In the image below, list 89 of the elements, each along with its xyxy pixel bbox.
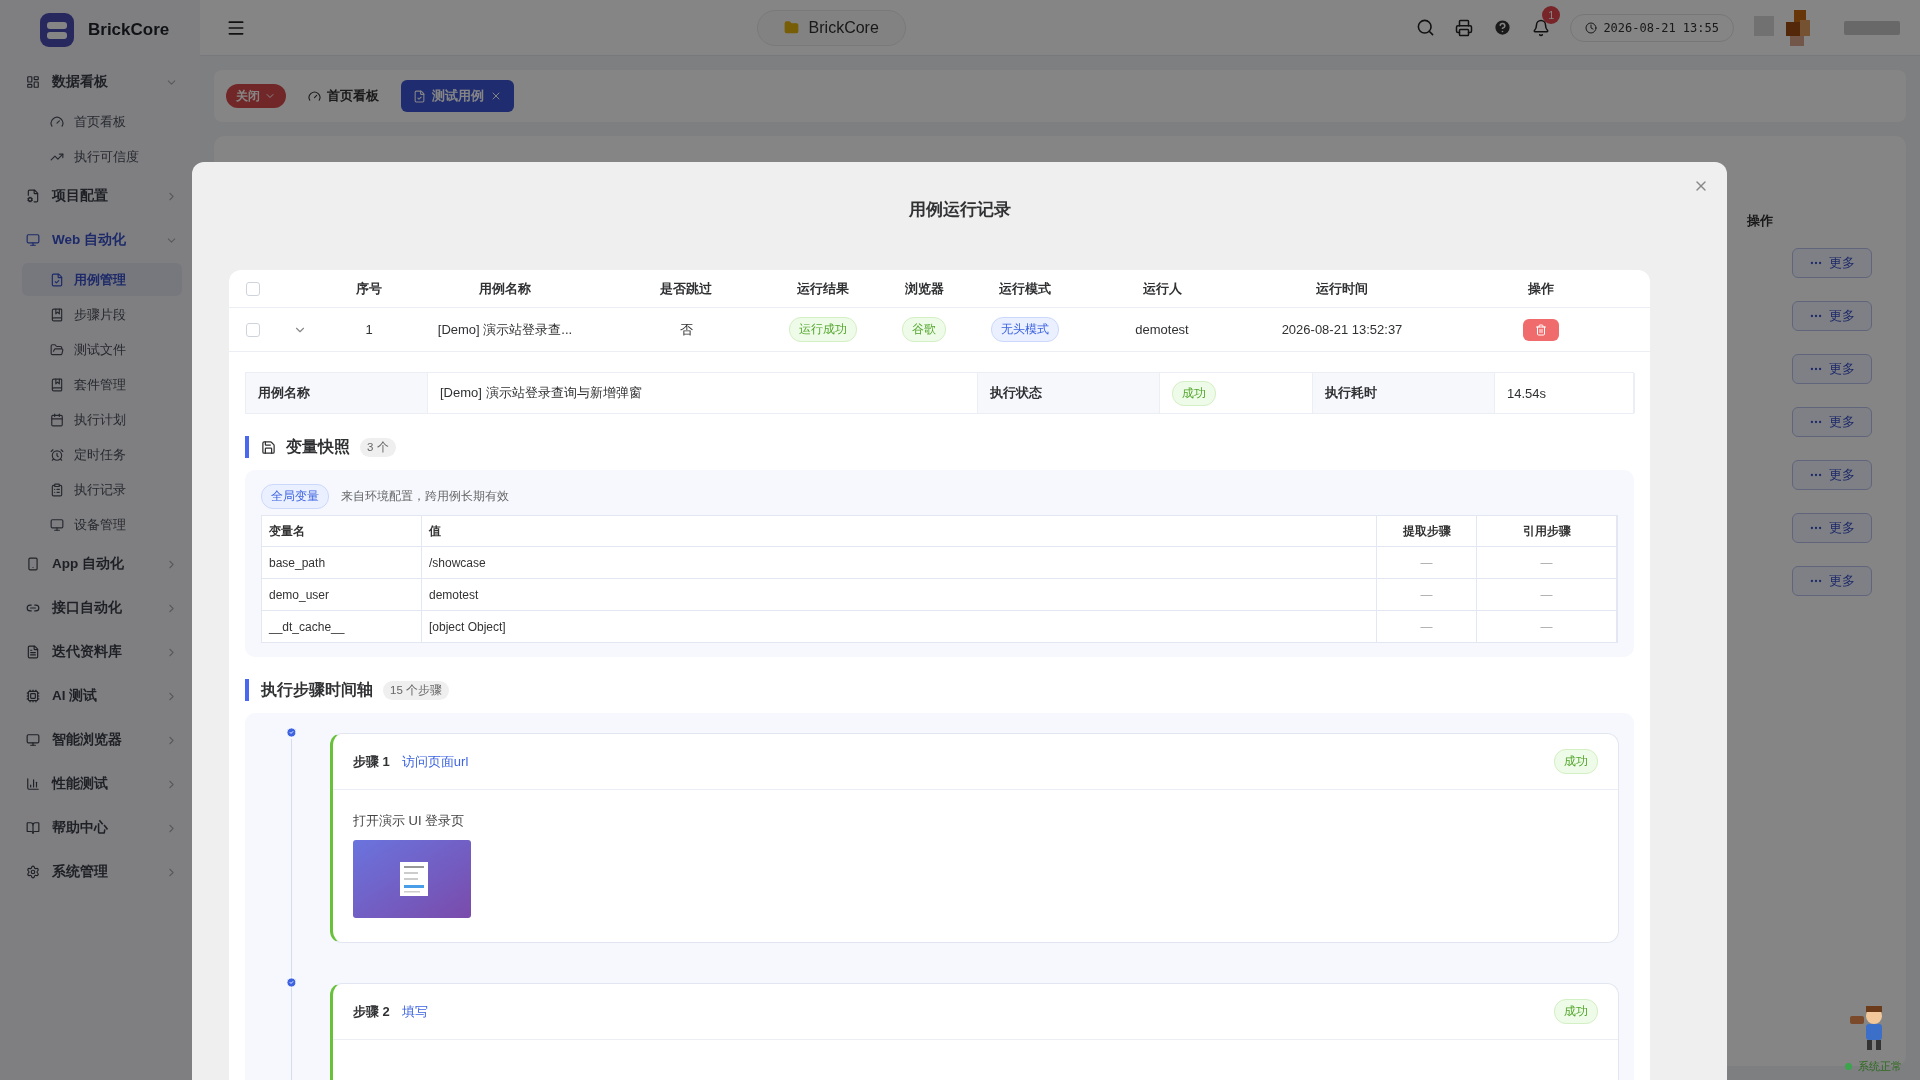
scope-tag: 全局变量 (261, 484, 329, 509)
table-cell: [object Object] (429, 619, 506, 634)
close-menu[interactable]: 关闭 (226, 84, 286, 108)
sidebar-item[interactable]: 步骤片段 (22, 298, 182, 331)
more-button[interactable]: 更多 (1792, 354, 1872, 384)
column-header: 提取步骤 (1402, 522, 1451, 540)
table-cell: — (1540, 587, 1553, 602)
detail-value: 14.54s (1507, 385, 1547, 401)
column-header: 序号 (355, 279, 383, 298)
table-cell: 1 (365, 322, 373, 337)
sidebar-group[interactable]: Web 自动化 (0, 218, 186, 262)
table-cell: base_path (269, 555, 326, 570)
column-header: 变量名 (269, 522, 305, 540)
column-header: 操作 (1747, 212, 1774, 230)
sidebar-group[interactable]: AI 测试 (0, 674, 186, 718)
detail-label: 执行状态 (978, 373, 1160, 413)
sidebar-item[interactable]: 执行计划 (22, 403, 182, 436)
column-header: 运行人 (1141, 279, 1183, 298)
sidebar-group[interactable]: App 自动化 (0, 542, 186, 586)
sidebar-group[interactable]: 项目配置 (0, 174, 186, 218)
column-header: 引用步骤 (1522, 522, 1571, 540)
app-name: BrickCore (88, 20, 170, 40)
count-badge: 15 个步骤 (383, 680, 449, 700)
table-cell: [Demo] 演示站登录查... (437, 320, 573, 339)
browser-tag: 谷歌 (902, 317, 946, 342)
column-header: 浏览器 (903, 279, 945, 298)
project-selector[interactable]: BrickCore (756, 9, 906, 46)
system-status: 系统正常 (1845, 1059, 1902, 1074)
column-header: 用例名称 (478, 279, 532, 298)
status-tag: 成功 (1554, 749, 1598, 774)
more-button[interactable]: 更多 (1792, 513, 1872, 543)
step-label: 步骤 1 (353, 752, 390, 771)
detail-label: 执行耗时 (1313, 373, 1495, 413)
sidebar-item[interactable]: 测试文件 (22, 333, 182, 366)
table-cell: — (1420, 555, 1433, 570)
notification-badge: 1 (1542, 5, 1561, 24)
sidebar-group[interactable]: 帮助中心 (0, 806, 186, 850)
sidebar-group[interactable]: 系统管理 (0, 850, 186, 894)
more-button[interactable]: 更多 (1792, 460, 1872, 490)
mode-tag: 无头模式 (991, 317, 1059, 342)
table-cell: — (1540, 619, 1553, 634)
more-button[interactable]: 更多 (1792, 301, 1872, 331)
table-cell: /showcase (429, 555, 486, 570)
page-tab[interactable]: 首页看板 (296, 80, 391, 112)
column-header: 运行时间 (1315, 279, 1369, 298)
table-cell: demotest (429, 587, 479, 602)
sidebar-item[interactable]: 首页看板 (22, 105, 182, 138)
column-header: 是否跳过 (659, 279, 713, 298)
sidebar-item[interactable]: 执行记录 (22, 473, 182, 506)
column-header: 运行模式 (998, 279, 1052, 298)
status-tag: 成功 (1554, 999, 1598, 1024)
section-title: 执行步骤时间轴 (261, 679, 373, 700)
column-header: 运行结果 (796, 279, 850, 298)
step-description: 打开演示 UI 登录页 (353, 812, 466, 830)
table-cell: — (1540, 555, 1553, 570)
modal-title: 用例运行记录 (908, 199, 1011, 221)
step-action: 访问页面url (401, 752, 470, 771)
sidebar-item[interactable]: 用例管理 (22, 263, 182, 296)
sidebar-group[interactable]: 迭代资料库 (0, 630, 186, 674)
table-cell: 2026-08-21 13:52:37 (1281, 322, 1403, 337)
sidebar-item[interactable]: 执行可信度 (22, 140, 182, 173)
table-cell: — (1420, 619, 1433, 634)
detail-value: [Demo] 演示站登录查询与新增弹窗 (440, 384, 642, 402)
section-title: 变量快照 (286, 436, 350, 457)
sidebar-group[interactable]: 智能浏览器 (0, 718, 186, 762)
sidebar-group[interactable]: 性能测试 (0, 762, 186, 806)
sidebar-group[interactable]: 数据看板 (0, 60, 186, 104)
more-button[interactable]: 更多 (1792, 407, 1872, 437)
table-cell: — (1420, 587, 1433, 602)
page-tab[interactable]: 测试用例 (401, 80, 514, 112)
column-header: 操作 (1526, 279, 1555, 298)
scope-note: 来自环境配置，跨用例长期有效 (341, 488, 509, 505)
status-tag: 运行成功 (789, 317, 857, 342)
step-label: 步骤 2 (353, 1002, 390, 1021)
step-action: 填写 (401, 1002, 429, 1021)
sidebar-item[interactable]: 定时任务 (22, 438, 182, 471)
status-tag: 成功 (1172, 380, 1216, 406)
table-cell: 否 (679, 320, 693, 339)
count-badge: 3 个 (360, 437, 396, 457)
table-cell: __dt_cache__ (269, 619, 345, 634)
detail-label: 用例名称 (246, 373, 428, 413)
column-header: 值 (429, 522, 441, 540)
sidebar-item[interactable]: 套件管理 (22, 368, 182, 401)
sidebar-item[interactable]: 设备管理 (22, 508, 182, 541)
more-button[interactable]: 更多 (1792, 566, 1872, 596)
more-button[interactable]: 更多 (1792, 248, 1872, 278)
table-cell: demo_user (269, 587, 330, 602)
table-cell: demotest (1135, 322, 1189, 337)
sidebar-group[interactable]: 接口自动化 (0, 586, 186, 630)
